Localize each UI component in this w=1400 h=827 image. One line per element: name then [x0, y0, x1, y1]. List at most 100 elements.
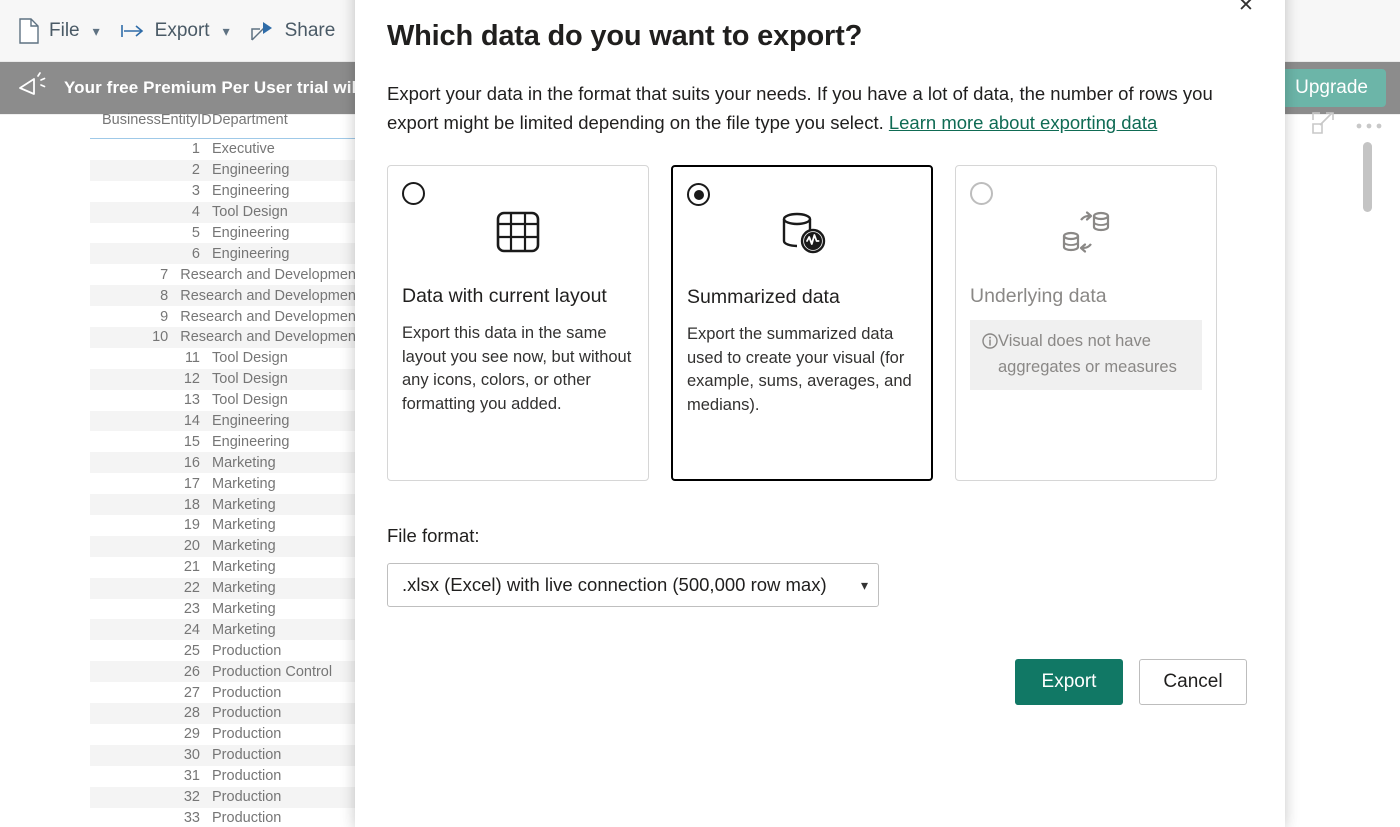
visual-header [1312, 112, 1382, 139]
export-option-cards: Data with current layout Export this dat… [387, 165, 1251, 481]
table-row[interactable]: 13 Tool Design [90, 390, 360, 411]
option-card-summarized-data[interactable]: Summarized data Export the summarized da… [671, 165, 933, 481]
visual-scrollbar[interactable] [1363, 142, 1372, 212]
cell-department: Marketing [212, 580, 276, 597]
cell-department: Research and Development [180, 329, 360, 346]
table-row[interactable]: 31 Production [90, 766, 360, 787]
cell-businessentityid: 6 [191, 245, 200, 262]
table-row[interactable]: 26 Production Control [90, 661, 360, 683]
table-row[interactable]: 14 Engineering [90, 410, 360, 432]
table-row[interactable]: 16 Marketing [90, 452, 360, 474]
table-row[interactable]: 6 Engineering [90, 243, 360, 265]
table-row[interactable]: 8 Research and Development [90, 285, 360, 307]
table-row[interactable]: 3 Engineering [90, 181, 360, 202]
cell-businessentityid: 23 [183, 601, 200, 618]
more-options-icon[interactable] [1356, 117, 1382, 135]
cell-businessentityid: 7 [160, 266, 169, 283]
table-row[interactable]: 11 Tool Design [90, 348, 360, 369]
database-summary-icon [687, 195, 917, 271]
learn-more-link[interactable]: Learn more about exporting data [889, 112, 1157, 133]
cell-businessentityid: 24 [183, 621, 200, 638]
table-row[interactable]: 33 Production [90, 808, 360, 827]
radio-underlying-data [970, 182, 993, 205]
table-row[interactable]: 15 Engineering [90, 431, 360, 452]
table-row[interactable]: 27 Production [90, 682, 360, 703]
toolbar-item-file-label: File [49, 19, 80, 41]
table-row[interactable]: 28 Production [90, 703, 360, 724]
table-row[interactable]: 30 Production [90, 744, 360, 766]
table-row[interactable]: 10 Research and Development [90, 327, 360, 348]
table-row[interactable]: 4 Tool Design [90, 201, 360, 223]
cell-department: Production [212, 684, 282, 701]
table-row[interactable]: 1 Executive [90, 139, 360, 160]
file-format-label: File format: [387, 525, 480, 546]
option-card-data-with-current-layout[interactable]: Data with current layout Export this dat… [387, 165, 649, 481]
table-row[interactable]: 2 Engineering [90, 159, 360, 181]
table-row[interactable]: 32 Production [90, 786, 360, 808]
cell-businessentityid: 27 [183, 684, 200, 701]
cell-department: Engineering [212, 225, 290, 241]
cell-department: Marketing [212, 454, 276, 471]
cell-department: Marketing [212, 559, 276, 576]
databases-exchange-icon [970, 194, 1202, 270]
table-row[interactable]: 5 Engineering [90, 223, 360, 244]
table-row[interactable]: 9 Research and Development [90, 306, 360, 327]
cell-businessentityid: 14 [183, 413, 200, 430]
chevron-down-icon: ▾ [222, 22, 230, 39]
table-row[interactable]: 17 Marketing [90, 473, 360, 494]
option-disabled-note-text: Visual does not have aggregates or measu… [998, 332, 1177, 377]
cell-businessentityid: 19 [183, 517, 200, 534]
toolbar-item-share[interactable]: Share [240, 14, 346, 48]
table-row[interactable]: 19 Marketing [90, 515, 360, 536]
cell-businessentityid: 22 [183, 580, 200, 597]
export-button[interactable]: Export [1015, 659, 1123, 705]
option-title: Underlying data [970, 285, 1107, 307]
column-header-department[interactable]: Department [208, 112, 360, 128]
file-format-select[interactable]: .xlsx (Excel) with live connection (500,… [387, 563, 879, 607]
toolbar-item-share-label: Share [284, 19, 336, 41]
upgrade-button[interactable]: Upgrade [1277, 69, 1386, 107]
toolbar-item-export-label: Export [154, 19, 210, 41]
cell-businessentityid: 8 [160, 287, 169, 304]
cell-department: Production [212, 809, 282, 826]
close-icon[interactable]: ✕ [1231, 0, 1261, 20]
focus-mode-icon[interactable] [1312, 112, 1334, 139]
toolbar-item-file[interactable]: File ▾ [8, 12, 110, 50]
toolbar-item-export[interactable]: Export ▾ [110, 14, 240, 48]
cell-businessentityid: 16 [183, 454, 200, 471]
cancel-button[interactable]: Cancel [1139, 659, 1247, 705]
option-description: Export the summarized data used to creat… [687, 325, 912, 414]
share-icon [250, 20, 276, 42]
column-header-businessentityid[interactable]: BusinessEntityID [90, 112, 212, 128]
radio-summarized-data[interactable] [687, 183, 710, 206]
table-row[interactable]: 23 Marketing [90, 599, 360, 620]
cell-department: Production [212, 768, 282, 785]
table-row[interactable]: 24 Marketing [90, 619, 360, 641]
cell-businessentityid: 21 [183, 559, 200, 576]
table-row[interactable]: 25 Production [90, 640, 360, 661]
table-row[interactable]: 7 Research and Development [90, 264, 360, 285]
option-disabled-note: Visual does not have aggregates or measu… [970, 320, 1202, 391]
cell-department: Tool Design [212, 392, 288, 409]
cell-department: Research and Development [180, 266, 360, 283]
cell-department: Production [212, 726, 282, 743]
export-arrow-icon [120, 21, 146, 41]
table-row[interactable]: 29 Production [90, 724, 360, 745]
radio-data-with-current-layout[interactable] [402, 182, 425, 205]
cell-department: Tool Design [212, 350, 288, 367]
cell-businessentityid: 18 [183, 496, 200, 513]
cell-department: Research and Development [180, 308, 360, 325]
cell-department: Engineering [212, 413, 290, 430]
cell-department: Engineering [212, 433, 290, 450]
table-row[interactable]: 18 Marketing [90, 494, 360, 516]
table-row[interactable]: 20 Marketing [90, 535, 360, 557]
table-row[interactable]: 21 Marketing [90, 557, 360, 578]
megaphone-icon [16, 71, 50, 106]
table-row[interactable]: 12 Tool Design [90, 368, 360, 390]
table-row[interactable]: 22 Marketing [90, 577, 360, 599]
table-body: 1 Executive 2 Engineering 3 Engineering 4 Tool … [90, 139, 360, 827]
cell-businessentityid: 11 [184, 350, 200, 367]
cell-department: Production [212, 789, 282, 806]
cell-department: Production [212, 747, 282, 764]
info-icon [982, 331, 998, 380]
